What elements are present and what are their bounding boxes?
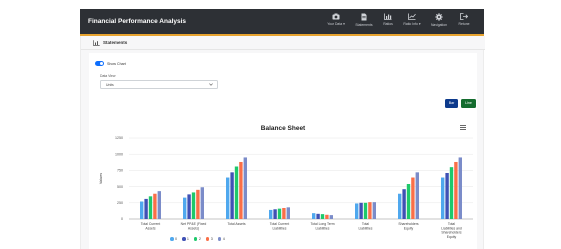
bar <box>140 201 144 219</box>
x-tick-label: Total Assets <box>227 222 245 226</box>
x-tick-label: Liabilities <box>316 226 330 230</box>
nav-your-data[interactable]: Your Data ▾ <box>324 13 348 33</box>
legend-swatch <box>193 236 198 241</box>
balance-sheet-chart: 025050075010001250ValuesTotal CurrentAss… <box>99 136 473 239</box>
nav-statements[interactable]: Statements <box>352 13 376 33</box>
bar <box>454 161 458 219</box>
bar-chart-icon <box>93 40 100 46</box>
bar <box>449 167 454 219</box>
y-axis-label: Values <box>99 173 103 184</box>
bar <box>153 193 157 219</box>
bar <box>458 157 462 219</box>
x-tick-label: Equity <box>404 226 414 230</box>
bar <box>148 196 153 219</box>
bar <box>368 202 372 219</box>
x-tick-label: Liabilities <box>359 226 373 230</box>
legend-item[interactable]: 4 <box>217 230 225 248</box>
bar-chart-icon <box>384 13 392 20</box>
app-title: Financial Performance Analysis <box>88 18 187 25</box>
bar <box>312 213 316 219</box>
y-tick-label: 500 <box>117 185 123 189</box>
nav-label: Retune <box>458 22 470 26</box>
bar <box>282 207 286 219</box>
nav-retune[interactable]: Retune <box>452 13 476 33</box>
legend-swatch <box>205 236 210 241</box>
chart-legend: 0 1 2 3 4 <box>170 230 230 241</box>
legend-label: 3 <box>210 236 213 241</box>
bar <box>286 207 290 219</box>
top-navbar: Financial Performance Analysis Your Data… <box>80 9 484 36</box>
main-content: Statements Show Chart Data View Units Ba… <box>80 36 485 249</box>
legend-swatch <box>170 236 174 241</box>
bar <box>273 209 277 219</box>
legend-item[interactable]: 1 <box>181 230 189 248</box>
bar <box>398 193 402 219</box>
bar <box>239 161 243 219</box>
nav-label: Ratios <box>383 22 393 26</box>
line-chart-icon <box>408 13 416 20</box>
legend-label: 1 <box>187 236 189 241</box>
y-tick-label: 250 <box>117 201 123 205</box>
bar <box>230 172 234 219</box>
nav-label: Your Data ▾ <box>327 22 345 26</box>
legend-label: 4 <box>222 236 225 241</box>
legend-label: 2 <box>198 236 201 241</box>
bar <box>355 203 359 219</box>
page: Financial Performance Analysis Your Data… <box>0 0 561 249</box>
nav-ratio-info[interactable]: Ratio Info ▾ <box>400 13 424 33</box>
bar <box>325 214 329 219</box>
legend-item[interactable]: 2 <box>193 230 201 248</box>
nav-label: Statements <box>355 23 373 27</box>
bar <box>329 215 333 219</box>
bar <box>200 187 204 219</box>
nav-label: Ratio Info ▾ <box>403 22 421 26</box>
y-tick-label: 0 <box>121 217 123 221</box>
bar <box>243 157 247 219</box>
bar <box>316 213 320 219</box>
legend-item[interactable]: 0 <box>170 230 177 248</box>
nav-navigation[interactable]: Navigation <box>427 13 451 33</box>
bar <box>363 202 368 219</box>
bar <box>411 177 415 219</box>
bar <box>183 197 187 219</box>
bar <box>234 166 239 219</box>
bar <box>196 189 200 219</box>
legend-swatch <box>181 236 186 241</box>
x-tick-label: Assets <box>145 226 155 230</box>
camera-icon <box>332 13 340 20</box>
bar <box>191 192 196 219</box>
bar <box>320 214 325 219</box>
x-tick-label: Liabilities <box>273 226 287 230</box>
y-tick-label: 1000 <box>115 152 123 156</box>
bar <box>445 172 449 219</box>
exit-icon <box>460 13 468 20</box>
section-header: Statements <box>81 36 485 50</box>
nav-ratios[interactable]: Ratios <box>376 13 400 33</box>
legend-label: 0 <box>175 236 177 241</box>
document-icon <box>361 13 367 21</box>
legend-item[interactable]: 3 <box>205 230 213 248</box>
y-tick-label: 1250 <box>115 136 123 140</box>
bar <box>144 198 148 219</box>
bar <box>226 177 230 219</box>
bar <box>187 194 191 219</box>
legend-swatch <box>217 236 222 241</box>
bar <box>402 189 406 219</box>
bar <box>372 202 376 219</box>
bar <box>406 184 411 219</box>
bar <box>441 177 445 219</box>
bar <box>415 172 419 219</box>
section-title: Statements <box>103 40 128 45</box>
statement-card: Show Chart Data View Units Bar Line Bala… <box>89 53 477 249</box>
bar <box>359 202 363 219</box>
bar <box>277 208 282 219</box>
x-tick-label: Equity <box>447 235 457 239</box>
nav-label: Navigation <box>430 23 448 27</box>
y-tick-label: 750 <box>117 169 123 173</box>
bar <box>269 209 273 219</box>
bar <box>157 191 161 219</box>
gear-icon <box>435 13 443 21</box>
